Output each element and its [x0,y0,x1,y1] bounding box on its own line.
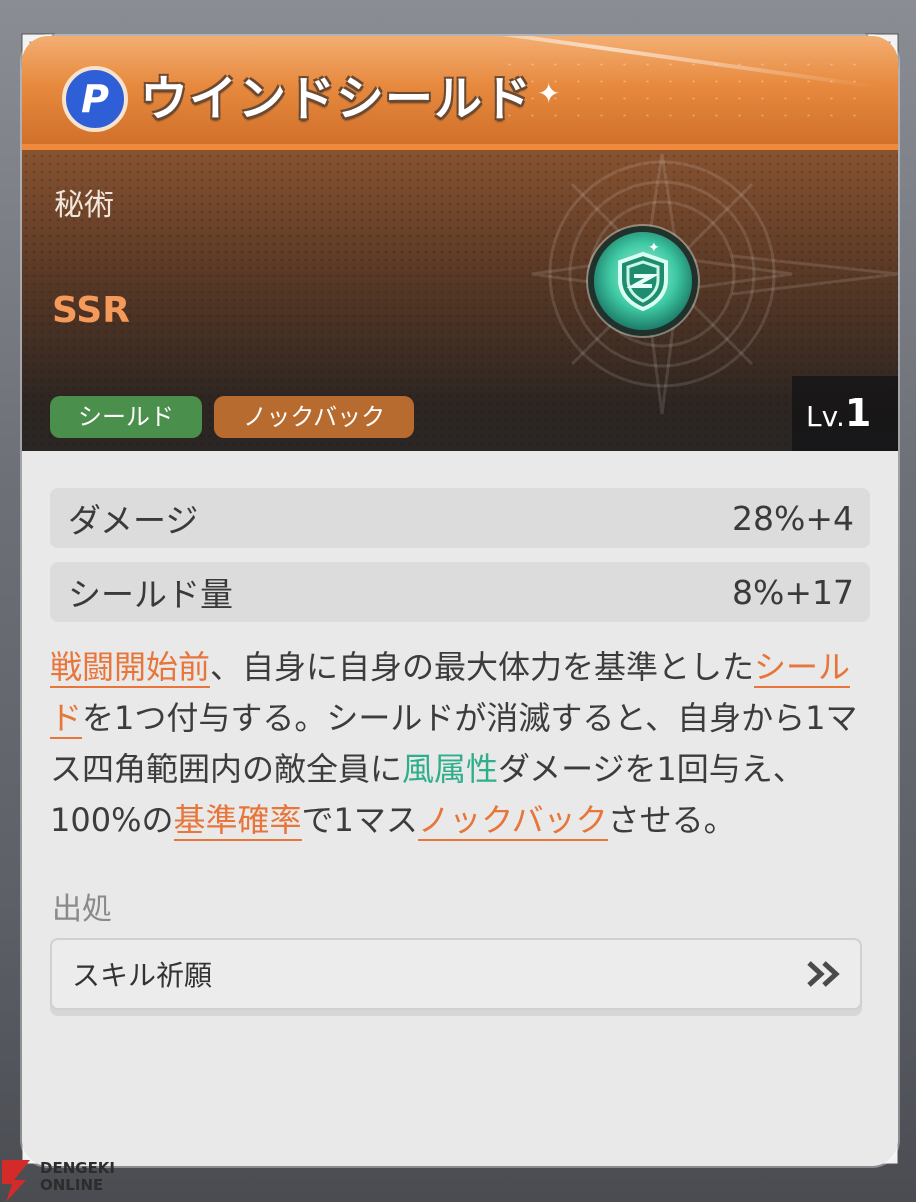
keyword-link[interactable]: 基準確率 [173,801,302,841]
source-skill-wish-button[interactable]: スキル祈願 [50,938,862,1010]
sparkle-icon: ✦ [537,77,561,110]
watermark-text: DENGEKI ONLINE [40,1160,115,1194]
skill-info-panel: ✦ 秘術 SSR シールド ノックバック Lv.1 [22,144,898,451]
watermark-line-1: DENGEKI [40,1159,116,1177]
skill-name: ウインドシールド [140,71,533,127]
stat-label: シールド量 [68,575,233,614]
level-prefix: Lv. [806,400,845,433]
skill-rarity: SSR [52,290,130,331]
tag-shield: シールド [50,396,202,438]
source-label: 出処 [52,892,112,927]
stat-row-shield: シールド量 8%+17 [50,562,870,622]
source-button-label: スキル祈願 [72,959,213,992]
description-text: 、自身に自身の最大体力を基準とした [210,648,755,686]
stat-label: ダメージ [68,501,199,540]
skill-type-icon: P [62,66,128,132]
level-value: 1 [844,391,872,435]
description-text: で1マス [301,801,418,839]
stat-value: 28%+4 [732,498,854,538]
watermark-line-2: ONLINE [40,1176,104,1194]
skill-category: 秘術 [54,188,114,223]
description-text: させる。 [607,801,736,839]
skill-level: Lv.1 [792,376,898,451]
skill-title-bar: P ウインドシールド ✦ [22,36,898,144]
keyword-link[interactable]: ノックバック [417,801,608,841]
sparkle-icon: ✦ [648,240,660,256]
tag-knockback: ノックバック [214,396,414,438]
element-keyword: 風属性 [402,750,499,788]
shield-skill-icon [594,232,692,330]
skill-detail-card: P ウインドシールド ✦ ✦ 秘術 SSR シールド ノックバック Lv.1 ダ… [22,36,898,1166]
keyword-link[interactable]: 戦闘開始前 [50,648,211,688]
double-chevron-right-icon [806,960,844,988]
shield-icon [618,251,668,312]
stat-value: 8%+17 [732,572,854,612]
stat-row-damage: ダメージ 28%+4 [50,488,870,548]
skill-description: 戦闘開始前、自身に自身の最大体力を基準としたシールドを1つ付与する。シールドが消… [50,642,880,846]
